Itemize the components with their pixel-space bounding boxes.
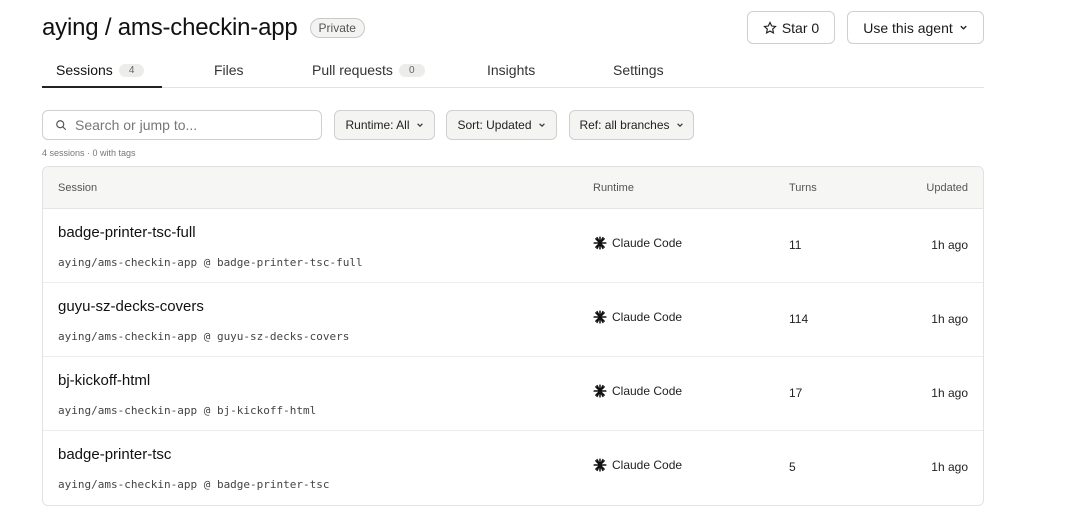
ref-filter[interactable]: Ref: all branches bbox=[569, 110, 694, 140]
search-icon bbox=[56, 120, 67, 131]
session-updated: 1h ago bbox=[931, 386, 968, 400]
runtime-filter[interactable]: Runtime: All bbox=[334, 110, 435, 140]
session-runtime: Claude Code bbox=[593, 236, 682, 250]
search-box[interactable] bbox=[42, 110, 322, 140]
ref-filter-label: Ref: all branches bbox=[579, 118, 670, 132]
chevron-down-icon bbox=[416, 123, 423, 128]
tab-settings[interactable]: Settings bbox=[613, 62, 664, 78]
table-row[interactable]: guyu-sz-decks-covers aying/ams-checkin-a… bbox=[43, 283, 983, 357]
session-updated: 1h ago bbox=[931, 238, 968, 252]
session-turns: 5 bbox=[789, 460, 796, 474]
chevron-down-icon bbox=[960, 25, 967, 30]
session-ref: aying/ams-checkin-app @ bj-kickoff-html bbox=[58, 404, 317, 417]
use-agent-button[interactable]: Use this agent bbox=[847, 11, 984, 44]
session-turns: 11 bbox=[789, 238, 802, 252]
tab-files[interactable]: Files bbox=[214, 62, 244, 78]
runtime-label: Claude Code bbox=[612, 236, 683, 250]
star-icon bbox=[762, 20, 777, 34]
sort-filter[interactable]: Sort: Updated bbox=[446, 110, 557, 140]
tab-pull-requests-count: 0 bbox=[398, 63, 425, 77]
session-ref: aying/ams-checkin-app @ badge-printer-ts… bbox=[58, 478, 330, 491]
session-name[interactable]: guyu-sz-decks-covers bbox=[58, 298, 204, 315]
session-turns: 114 bbox=[789, 312, 809, 326]
claude-icon bbox=[593, 310, 607, 324]
tab-bar: Sessions 4 Files Pull requests 0 Insight… bbox=[42, 54, 984, 88]
tab-insights[interactable]: Insights bbox=[487, 62, 535, 78]
tab-sessions-count: 4 bbox=[118, 63, 145, 77]
session-ref: aying/ams-checkin-app @ badge-printer-ts… bbox=[58, 256, 363, 269]
visibility-badge: Private bbox=[309, 18, 365, 38]
tab-sessions-label: Sessions bbox=[56, 62, 113, 78]
session-name[interactable]: badge-printer-tsc bbox=[58, 446, 171, 463]
session-name[interactable]: bj-kickoff-html bbox=[58, 372, 150, 389]
session-turns: 17 bbox=[789, 386, 803, 400]
runtime-label: Claude Code bbox=[612, 458, 683, 472]
use-agent-button-label: Use this agent bbox=[863, 19, 953, 36]
session-runtime: Claude Code bbox=[593, 384, 682, 398]
tab-settings-label: Settings bbox=[613, 62, 664, 78]
chevron-down-icon bbox=[538, 123, 545, 128]
table-header: Session Runtime Turns Updated bbox=[43, 167, 983, 209]
session-name[interactable]: badge-printer-tsc-full bbox=[58, 224, 196, 241]
tab-insights-label: Insights bbox=[487, 62, 536, 78]
session-updated: 1h ago bbox=[931, 460, 968, 474]
header-updated[interactable]: Updated bbox=[926, 182, 968, 194]
table-row[interactable]: badge-printer-tsc-full aying/ams-checkin… bbox=[43, 209, 983, 283]
active-tab-indicator bbox=[42, 86, 162, 88]
claude-icon bbox=[593, 236, 607, 250]
runtime-filter-label: Runtime: All bbox=[345, 118, 410, 132]
claude-icon bbox=[593, 384, 607, 398]
star-button-label: Star 0 bbox=[781, 19, 820, 36]
tab-sessions[interactable]: Sessions 4 bbox=[56, 62, 145, 78]
sessions-summary: 4 sessions · 0 with tags bbox=[42, 148, 136, 158]
header-runtime: Runtime bbox=[593, 182, 634, 194]
tab-pull-requests-label: Pull requests bbox=[312, 62, 393, 78]
repo-header: aying / ams-checkin-app Private bbox=[42, 14, 365, 42]
page-title[interactable]: aying / ams-checkin-app bbox=[42, 14, 298, 42]
chevron-down-icon bbox=[676, 123, 683, 128]
session-ref: aying/ams-checkin-app @ guyu-sz-decks-co… bbox=[58, 330, 350, 343]
sort-filter-label: Sort: Updated bbox=[457, 118, 532, 132]
session-runtime: Claude Code bbox=[593, 458, 682, 472]
session-runtime: Claude Code bbox=[593, 310, 682, 324]
sessions-table: Session Runtime Turns Updated badge-prin… bbox=[42, 166, 984, 506]
search-input[interactable] bbox=[75, 117, 295, 133]
tab-pull-requests[interactable]: Pull requests 0 bbox=[312, 62, 425, 78]
tab-files-label: Files bbox=[214, 62, 244, 78]
runtime-label: Claude Code bbox=[612, 384, 683, 398]
table-row[interactable]: bj-kickoff-html aying/ams-checkin-app @ … bbox=[43, 357, 983, 431]
header-session: Session bbox=[58, 182, 98, 194]
claude-icon bbox=[593, 458, 607, 472]
session-updated: 1h ago bbox=[931, 312, 968, 326]
table-row[interactable]: badge-printer-tsc aying/ams-checkin-app … bbox=[43, 431, 983, 505]
star-button[interactable]: Star 0 bbox=[747, 11, 835, 44]
runtime-label: Claude Code bbox=[612, 310, 683, 324]
header-turns: Turns bbox=[789, 182, 817, 194]
